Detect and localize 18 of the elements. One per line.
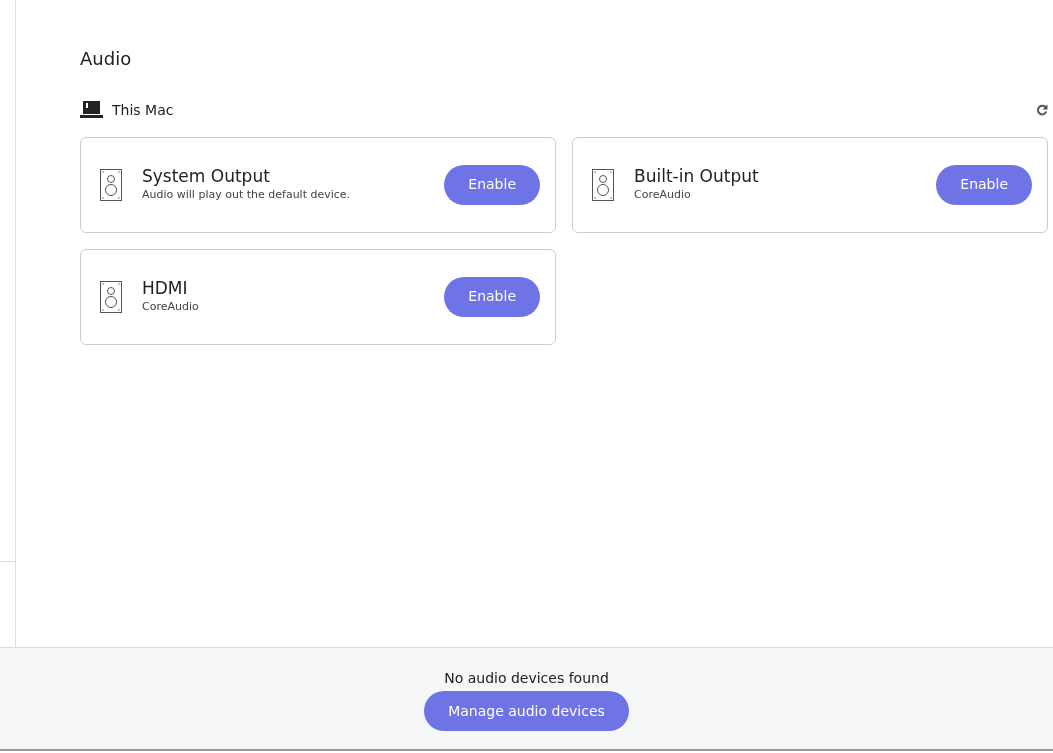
speaker-icon [100, 168, 122, 201]
enable-button[interactable]: Enable [444, 164, 540, 205]
manage-devices-button[interactable]: Manage audio devices [424, 691, 629, 731]
device-name: Built-in Output [634, 166, 760, 187]
laptop-icon [80, 100, 103, 121]
refresh-icon[interactable] [1036, 104, 1048, 117]
speaker-icon [100, 280, 122, 313]
speaker-icon [592, 168, 614, 201]
device-name: HDMI [142, 278, 189, 299]
status-message: No audio devices found [444, 669, 609, 688]
device-name: System Output [142, 166, 271, 187]
enable-button[interactable]: Enable [936, 164, 1032, 205]
enable-button[interactable]: Enable [444, 276, 540, 317]
device-detail: Audio will play out the default device. [142, 186, 352, 203]
device-detail: CoreAudio [634, 186, 692, 203]
section-title: Audio [80, 48, 133, 70]
host-label: This Mac [112, 100, 175, 120]
device-detail: CoreAudio [142, 298, 200, 315]
